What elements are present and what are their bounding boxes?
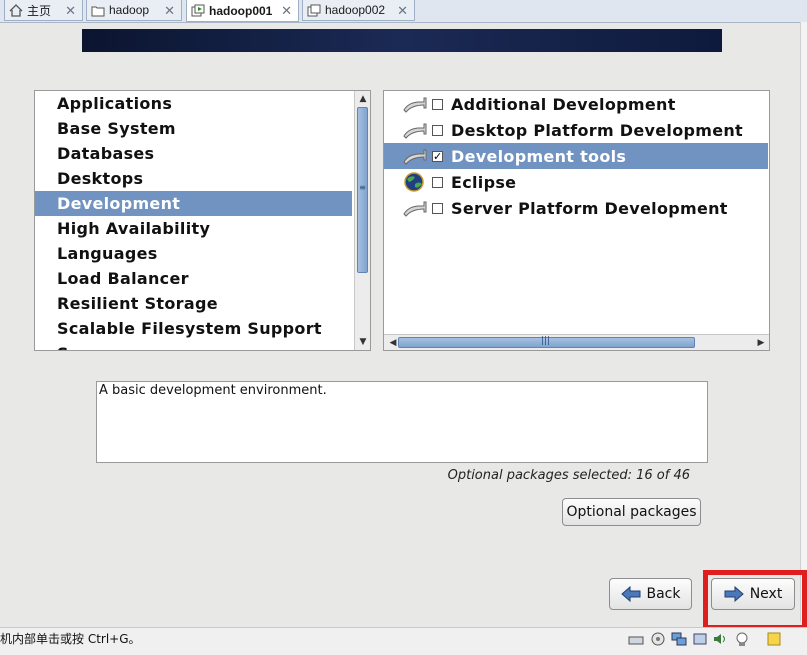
- usb-icon[interactable]: [692, 631, 708, 647]
- group-list[interactable]: Applications Base System Databases Desktops…: [34, 90, 371, 351]
- package-label: Additional Development: [451, 94, 676, 114]
- hard-disk-icon[interactable]: [628, 631, 644, 647]
- scroll-thumb[interactable]: |||: [398, 336, 695, 348]
- group-list-item[interactable]: Base System: [35, 116, 352, 141]
- cd-drive-icon[interactable]: [650, 631, 666, 647]
- close-icon[interactable]: ✕: [65, 3, 76, 19]
- package-label: Desktop Platform Development: [451, 120, 744, 140]
- group-list-item[interactable]: Development: [35, 191, 352, 216]
- display-icon[interactable]: [734, 631, 750, 647]
- package-list[interactable]: Additional Development Desktop Platform D…: [383, 90, 770, 351]
- status-text: 机内部单击或按 Ctrl+G。: [0, 632, 141, 646]
- scroll-up-icon[interactable]: ▲: [356, 92, 370, 106]
- group-list-item[interactable]: Languages: [35, 241, 352, 266]
- tab-label: hadoop: [109, 3, 150, 17]
- installer-banner: [82, 29, 722, 52]
- package-group-icon: [402, 120, 428, 140]
- scroll-down-icon[interactable]: ▼: [356, 335, 370, 349]
- tab-hadoop[interactable]: hadoop ✕: [86, 0, 182, 21]
- package-list-hscrollbar[interactable]: ◀ ||| ▶: [384, 334, 769, 350]
- vm-icon: [191, 4, 205, 17]
- tab-label: hadoop001: [209, 3, 273, 18]
- back-button[interactable]: Back: [609, 578, 692, 610]
- group-list-item[interactable]: Load Balancer: [35, 266, 352, 291]
- arrow-left-icon: [620, 586, 640, 602]
- package-list-item[interactable]: Server Platform Development: [384, 195, 768, 221]
- package-group-icon: [402, 94, 428, 114]
- button-label: Back: [646, 586, 681, 602]
- package-group-icon: [402, 146, 428, 166]
- note-icon[interactable]: [766, 631, 782, 647]
- close-icon[interactable]: ✕: [281, 3, 292, 19]
- group-list-item[interactable]: Applications: [35, 91, 352, 116]
- next-button-highlight: [703, 570, 807, 630]
- close-icon[interactable]: ✕: [164, 3, 175, 19]
- home-icon: [9, 3, 23, 17]
- tab-label: hadoop002: [325, 3, 386, 17]
- package-list-item[interactable]: Additional Development: [384, 91, 768, 117]
- package-label: Development tools: [451, 146, 627, 166]
- vm-icon: [307, 4, 321, 17]
- group-list-scrollbar[interactable]: ▲ ≡ ▼: [354, 91, 370, 350]
- package-list-item[interactable]: Desktop Platform Development: [384, 117, 768, 143]
- close-icon[interactable]: ✕: [397, 3, 408, 19]
- eclipse-globe-icon: [402, 172, 428, 192]
- tab-hadoop001[interactable]: hadoop001 ✕: [186, 0, 299, 22]
- package-list-item[interactable]: Eclipse: [384, 169, 768, 195]
- package-label: Server Platform Development: [451, 198, 728, 218]
- package-checkbox[interactable]: [432, 98, 443, 110]
- sound-icon[interactable]: [712, 631, 728, 647]
- tab-home[interactable]: 主页 ✕: [4, 0, 83, 21]
- package-checkbox[interactable]: [432, 124, 443, 136]
- button-label: Optional packages: [566, 504, 697, 520]
- package-checkbox[interactable]: ✓: [432, 150, 443, 162]
- optional-packages-count: Optional packages selected: 16 of 46: [447, 468, 690, 483]
- group-list-item[interactable]: Resilient Storage: [35, 291, 352, 316]
- optional-packages-button[interactable]: Optional packages: [562, 498, 701, 526]
- scroll-right-icon[interactable]: ▶: [754, 336, 768, 350]
- scroll-thumb[interactable]: ≡: [357, 107, 368, 273]
- package-checkbox[interactable]: [432, 176, 443, 188]
- group-description: A basic development environment.: [96, 381, 708, 463]
- package-group-icon: [402, 198, 428, 218]
- tab-hadoop002[interactable]: hadoop002 ✕: [302, 0, 415, 21]
- window-scrollbar[interactable]: [800, 22, 807, 622]
- group-list-item[interactable]: Databases: [35, 141, 352, 166]
- folder-icon: [91, 4, 105, 17]
- group-list-item[interactable]: Scalable Filesystem Support: [35, 316, 352, 341]
- vm-tab-bar: 主页 ✕ hadoop ✕ hadoop001 ✕ hadoop002 ✕: [0, 0, 807, 23]
- package-label: Eclipse: [451, 172, 517, 192]
- group-list-item[interactable]: High Availability: [35, 216, 352, 241]
- group-list-item[interactable]: Desktops: [35, 166, 352, 191]
- network-icon[interactable]: [671, 631, 687, 647]
- package-checkbox[interactable]: [432, 202, 443, 214]
- package-list-item[interactable]: ✓ Development tools: [384, 143, 768, 169]
- vm-status-bar: 机内部单击或按 Ctrl+G。: [0, 627, 807, 655]
- group-list-item[interactable]: S: [35, 341, 352, 350]
- tab-label: 主页: [27, 3, 52, 18]
